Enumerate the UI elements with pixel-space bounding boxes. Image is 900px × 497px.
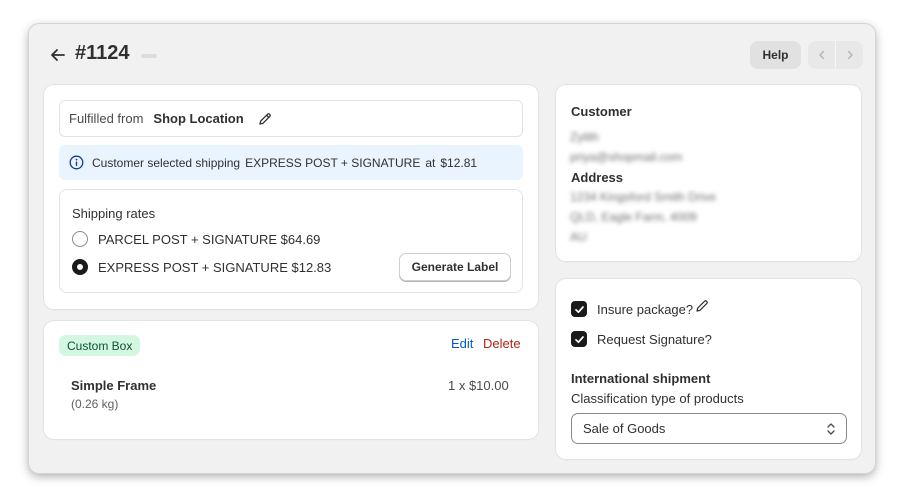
- package-card: Custom Box Edit Delete Simple Frame (0.2…: [44, 321, 538, 439]
- status-badge: [141, 54, 157, 58]
- chevron-right-icon: [847, 50, 853, 60]
- insure-package-row[interactable]: Insure package?: [571, 299, 709, 317]
- classification-select[interactable]: Sale of Goods: [571, 413, 847, 444]
- chevron-left-icon: [818, 50, 824, 60]
- customer-card: Customer Zylith priya@shopmail.com Addre…: [556, 85, 861, 261]
- radio-button-selected[interactable]: [72, 259, 88, 275]
- next-button[interactable]: [836, 41, 863, 69]
- banner-method: EXPRESS POST + SIGNATURE: [245, 155, 421, 170]
- classification-value: Sale of Goods: [583, 421, 666, 436]
- request-signature-row[interactable]: Request Signature?: [571, 331, 712, 347]
- item-name: Simple Frame: [71, 378, 157, 393]
- banner-price: $12.81: [440, 155, 478, 170]
- insure-label: Insure package?: [597, 301, 694, 317]
- customer-email: priya@shopmail.com: [570, 150, 683, 164]
- address-title: Address: [571, 170, 624, 185]
- pencil-icon[interactable]: [258, 112, 272, 126]
- page-title: #1124: [75, 42, 130, 64]
- insure-checkbox[interactable]: [571, 301, 587, 317]
- fulfillment-card: Fulfilled from Shop Location Customer se…: [44, 85, 538, 309]
- select-chevron-icon: [827, 423, 835, 435]
- shipping-rates-box: Shipping rates PARCEL POST + SIGNATURE $…: [59, 189, 523, 293]
- item-weight: (0.26 kg): [71, 397, 119, 411]
- delete-link[interactable]: Delete: [483, 336, 521, 351]
- shipping-rates-title: Shipping rates: [72, 206, 156, 221]
- signature-checkbox[interactable]: [571, 331, 587, 347]
- rate-option-express[interactable]: EXPRESS POST + SIGNATURE $12.83: [72, 259, 331, 275]
- customer-title: Customer: [571, 104, 632, 119]
- pencil-icon[interactable]: [695, 299, 709, 313]
- address-line-2: QLD, Eagle Farm, 4009: [570, 210, 697, 224]
- address-line-1: 1234 Kingsford Smith Drive: [570, 190, 717, 204]
- rate-option-label: PARCEL POST + SIGNATURE $64.69: [98, 231, 321, 247]
- shipment-options-card: Insure package? Request Signature? Inter…: [556, 279, 861, 459]
- previous-button[interactable]: [808, 41, 835, 69]
- international-shipment-title: International shipment: [571, 371, 711, 386]
- address-line-3: AU: [570, 230, 587, 244]
- checkmark-icon: [574, 305, 584, 313]
- pagination: [808, 41, 863, 69]
- banner-prefix: Customer selected shipping: [92, 155, 241, 170]
- shipping-info-banner: Customer selected shipping EXPRESS POST …: [59, 145, 523, 180]
- classification-label: Classification type of products: [571, 391, 744, 406]
- help-button[interactable]: Help: [750, 41, 801, 69]
- fulfilled-from-label: Fulfilled from: [69, 111, 144, 126]
- item-qty-price: 1 x $10.00: [448, 378, 509, 393]
- generate-label-button[interactable]: Generate Label: [399, 253, 511, 281]
- order-window: #1124 Help Fulfilled from Shop Location …: [29, 24, 875, 473]
- rate-option-label: EXPRESS POST + SIGNATURE $12.83: [98, 259, 332, 275]
- radio-button[interactable]: [72, 231, 88, 247]
- edit-link[interactable]: Edit: [451, 336, 473, 351]
- rate-option-parcel[interactable]: PARCEL POST + SIGNATURE $64.69: [72, 231, 320, 247]
- fulfilled-from-value: Shop Location: [153, 111, 244, 126]
- fulfilled-from-row: Fulfilled from Shop Location: [59, 100, 523, 137]
- box-type-badge: Custom Box: [59, 335, 141, 356]
- signature-label: Request Signature?: [597, 331, 712, 347]
- arrow-left-icon[interactable]: [49, 45, 67, 65]
- banner-at: at: [425, 155, 436, 170]
- customer-name: Zylith: [570, 130, 599, 144]
- checkmark-icon: [574, 335, 584, 343]
- info-icon: [69, 155, 84, 170]
